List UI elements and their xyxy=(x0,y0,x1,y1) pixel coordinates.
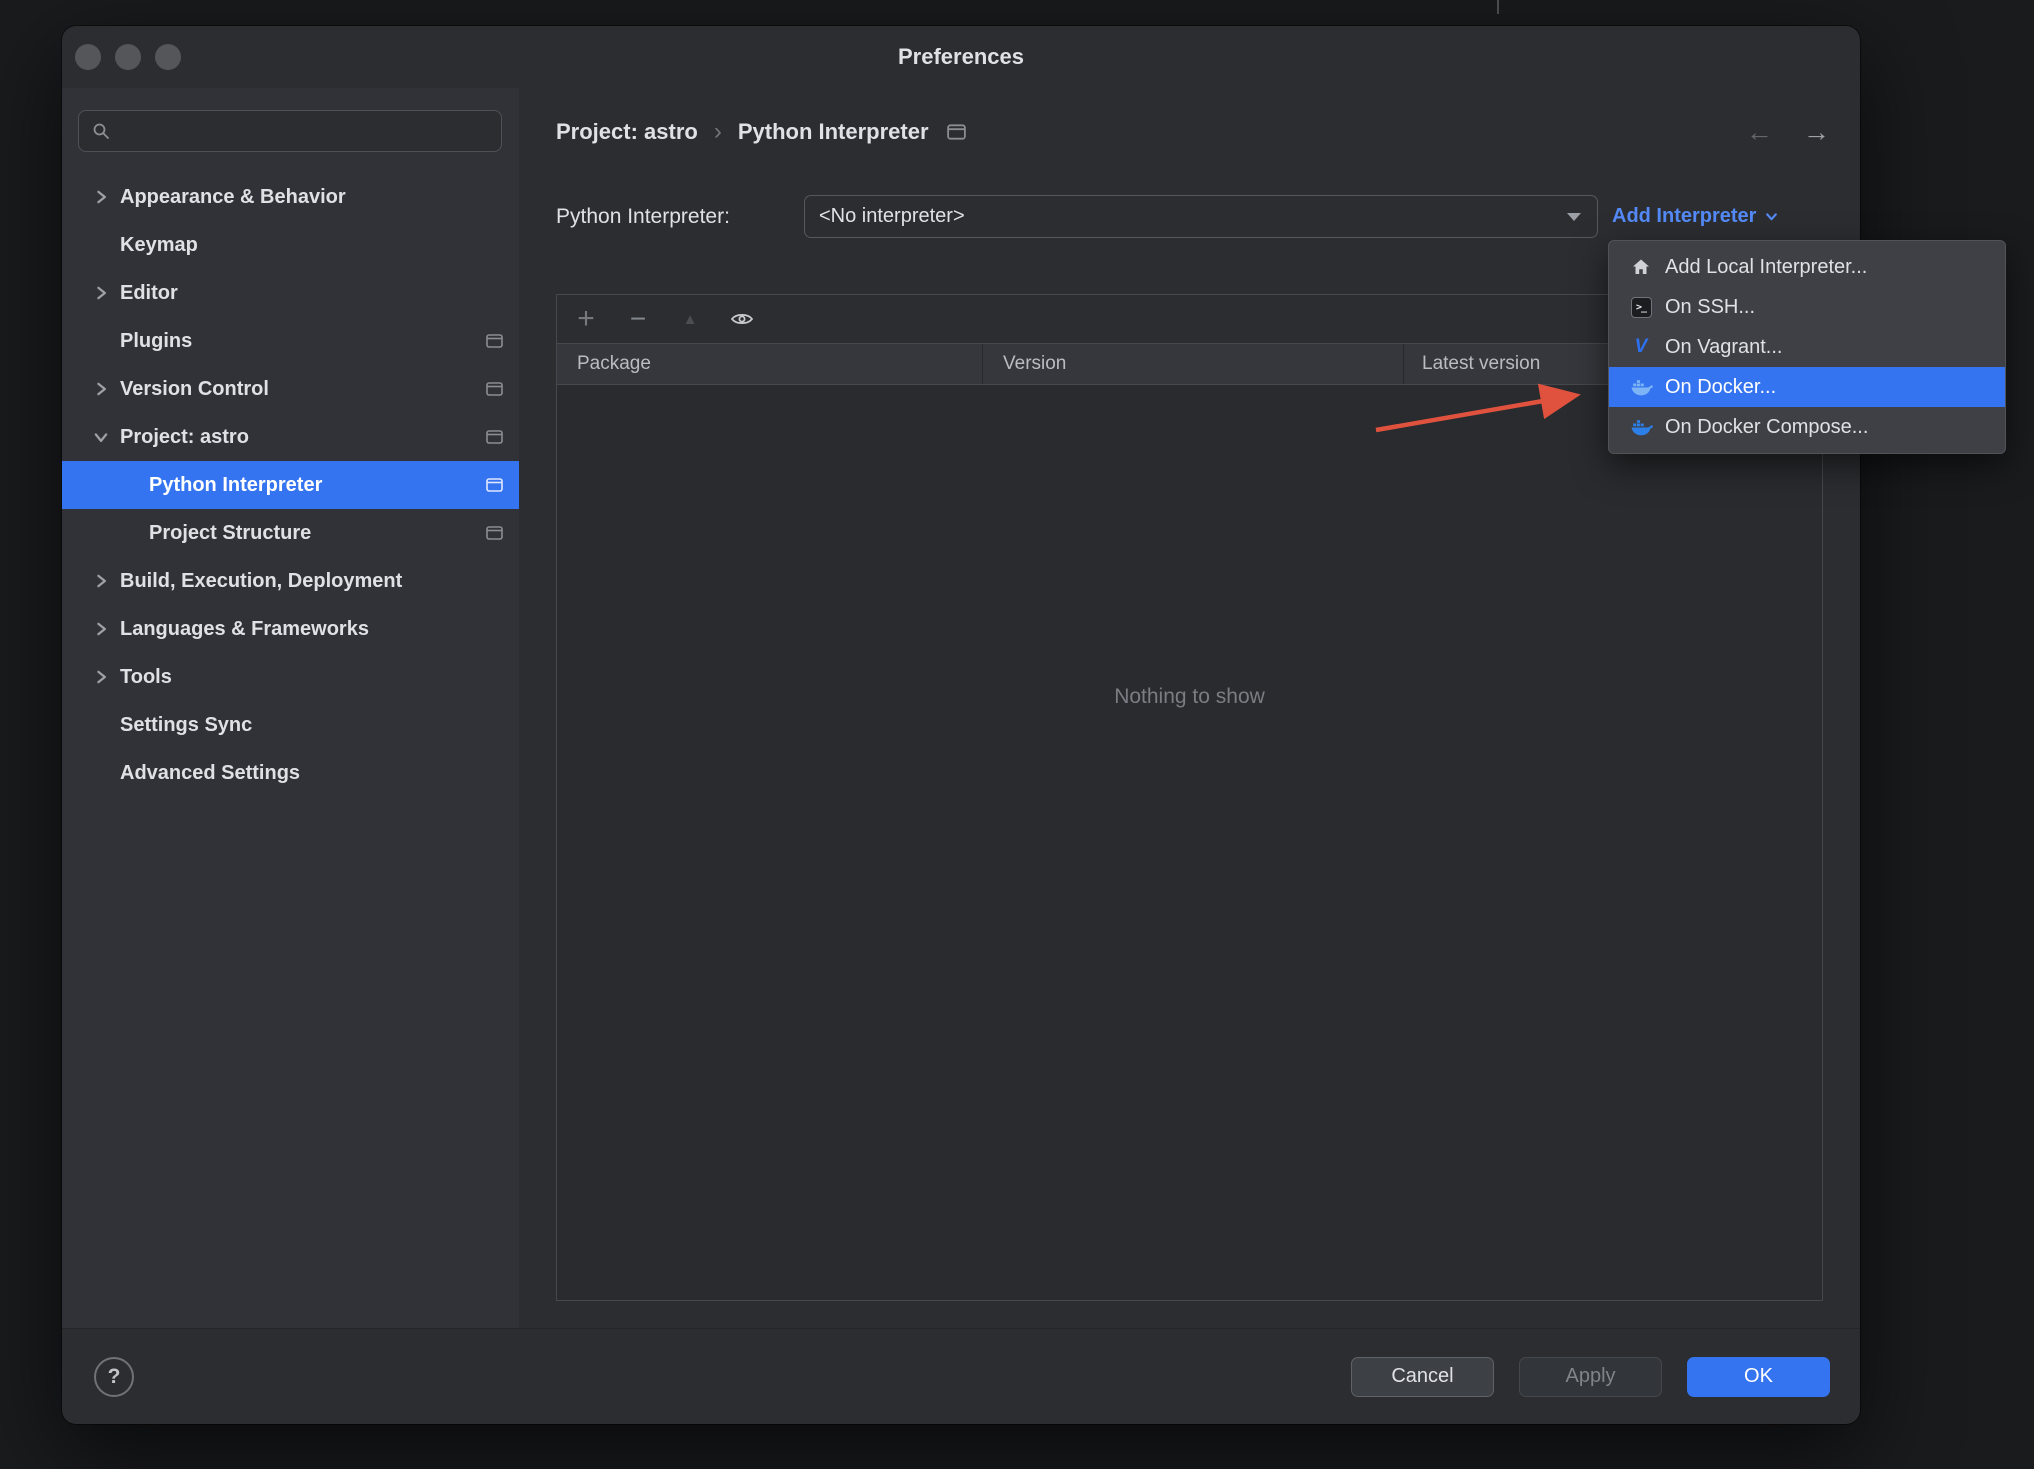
empty-table-message: Nothing to show xyxy=(1114,685,1265,708)
interpreter-label: Python Interpreter: xyxy=(556,205,730,228)
chevron-right-icon xyxy=(97,670,107,684)
sidebar-item-label: Languages & Frameworks xyxy=(120,617,369,640)
cancel-button[interactable]: Cancel xyxy=(1351,1356,1494,1397)
upgrade-package-icon[interactable] xyxy=(673,302,707,336)
sidebar-item-project-astro[interactable]: Project: astro xyxy=(62,413,519,461)
traffic-lights xyxy=(75,26,181,88)
docker-compose-icon xyxy=(1629,415,1653,439)
chevron-right-icon xyxy=(97,622,107,636)
window-titlebar: Preferences xyxy=(62,26,1860,88)
chevron-right-icon xyxy=(97,190,107,204)
forward-arrow-icon[interactable] xyxy=(1803,119,1830,146)
menu-item-on-docker-compose[interactable]: On Docker Compose... xyxy=(1609,407,2005,447)
sidebar-item-label: Appearance & Behavior xyxy=(120,185,346,208)
ssh-terminal-icon xyxy=(1629,295,1653,319)
back-arrow-icon[interactable] xyxy=(1746,119,1773,146)
chevron-right-icon xyxy=(97,382,107,396)
show-early-releases-eye-icon[interactable] xyxy=(725,302,759,336)
breadcrumb-separator-icon: › xyxy=(713,118,722,145)
sidebar-item-editor[interactable]: Editor xyxy=(62,269,519,317)
combobox-dropdown-icon xyxy=(1567,212,1581,221)
vagrant-icon xyxy=(1629,335,1653,359)
menu-item-on-docker[interactable]: On Docker... xyxy=(1609,367,2005,407)
window-title: Preferences xyxy=(898,44,1024,69)
sidebar-item-label: Project: astro xyxy=(120,425,249,448)
ok-button[interactable]: OK xyxy=(1687,1356,1830,1397)
sidebar-item-python-interpreter[interactable]: Python Interpreter xyxy=(62,461,519,509)
menu-item-label: On SSH... xyxy=(1665,295,1756,318)
history-navigation xyxy=(1746,110,1830,154)
chevron-right-icon xyxy=(97,286,107,300)
sidebar-item-build-execution-deployment[interactable]: Build, Execution, Deployment xyxy=(62,557,519,605)
menu-item-label: On Docker Compose... xyxy=(1665,415,1869,438)
sidebar-item-keymap[interactable]: Keymap xyxy=(62,221,519,269)
sidebar-item-languages-frameworks[interactable]: Languages & Frameworks xyxy=(62,605,519,653)
search-input[interactable] xyxy=(119,120,489,142)
preferences-window: Preferences Appearance & Behavior Keymap xyxy=(62,26,2006,1424)
sidebar-item-label: Tools xyxy=(120,665,172,688)
sidebar-item-advanced-settings[interactable]: Advanced Settings xyxy=(62,749,519,797)
sidebar-item-plugins[interactable]: Plugins xyxy=(62,317,519,365)
interpreter-value: <No interpreter> xyxy=(819,205,965,227)
help-button[interactable]: ? xyxy=(94,1356,134,1397)
add-interpreter-link[interactable]: Add Interpreter xyxy=(1612,195,1779,238)
sidebar-item-tools[interactable]: Tools xyxy=(62,653,519,701)
sidebar-item-version-control[interactable]: Version Control xyxy=(62,365,519,413)
sidebar-item-appearance-behavior[interactable]: Appearance & Behavior xyxy=(62,173,519,221)
sidebar-item-label: Settings Sync xyxy=(120,713,253,736)
home-icon xyxy=(1629,255,1653,279)
menu-item-on-ssh[interactable]: On SSH... xyxy=(1609,287,2005,327)
menu-item-label: On Docker... xyxy=(1665,375,1777,398)
chevron-right-icon xyxy=(97,574,107,588)
menu-item-on-vagrant[interactable]: On Vagrant... xyxy=(1609,327,2005,367)
menu-item-add-local-interpreter[interactable]: Add Local Interpreter... xyxy=(1609,247,2005,287)
docker-icon xyxy=(1629,375,1653,399)
settings-sidebar: Appearance & Behavior Keymap Editor Plug… xyxy=(62,88,519,1328)
breadcrumb-project[interactable]: Project: astro xyxy=(556,119,698,145)
breadcrumb-python-interpreter[interactable]: Python Interpreter xyxy=(738,119,929,145)
close-button[interactable] xyxy=(75,44,101,70)
minimize-button[interactable] xyxy=(115,44,141,70)
chevron-down-icon xyxy=(1766,213,1778,221)
window-icon xyxy=(486,478,503,492)
add-interpreter-menu: Add Local Interpreter... On SSH... On Va… xyxy=(1608,240,2006,454)
apply-button[interactable]: Apply xyxy=(1519,1356,1662,1397)
search-field[interactable] xyxy=(78,110,502,152)
search-icon xyxy=(93,123,109,139)
zoom-button[interactable] xyxy=(155,44,181,70)
window-icon xyxy=(486,526,503,540)
menu-item-label: On Vagrant... xyxy=(1665,335,1783,358)
chevron-down-icon xyxy=(94,433,108,443)
window-icon xyxy=(946,124,966,140)
column-header-package[interactable]: Package xyxy=(557,344,983,384)
sidebar-item-label: Python Interpreter xyxy=(149,473,323,496)
sidebar-item-label: Build, Execution, Deployment xyxy=(120,569,403,592)
sidebar-item-settings-sync[interactable]: Settings Sync xyxy=(62,701,519,749)
table-body: Nothing to show xyxy=(557,385,1822,1300)
background-artifact-line xyxy=(1497,0,1499,14)
sidebar-item-label: Plugins xyxy=(120,329,193,352)
sidebar-item-label: Keymap xyxy=(120,233,198,256)
interpreter-combobox[interactable]: <No interpreter> xyxy=(804,195,1598,238)
column-header-version[interactable]: Version xyxy=(983,344,1404,384)
sidebar-item-label: Version Control xyxy=(120,377,269,400)
window-icon xyxy=(486,382,503,396)
add-interpreter-label: Add Interpreter xyxy=(1612,205,1757,227)
breadcrumb: Project: astro › Python Interpreter xyxy=(556,110,966,154)
sidebar-item-project-structure[interactable]: Project Structure xyxy=(62,509,519,557)
sidebar-item-label: Editor xyxy=(120,281,178,304)
remove-package-icon[interactable] xyxy=(621,302,655,336)
sidebar-item-label: Advanced Settings xyxy=(120,761,301,784)
settings-tree: Appearance & Behavior Keymap Editor Plug… xyxy=(62,173,519,797)
desktop-background: Preferences Appearance & Behavior Keymap xyxy=(0,0,2034,1469)
add-package-icon[interactable] xyxy=(569,302,603,336)
dialog-footer: ? Cancel Apply OK xyxy=(62,1328,1860,1424)
sidebar-item-label: Project Structure xyxy=(149,521,312,544)
window-icon xyxy=(486,430,503,444)
menu-item-label: Add Local Interpreter... xyxy=(1665,255,1868,278)
window-icon xyxy=(486,334,503,348)
